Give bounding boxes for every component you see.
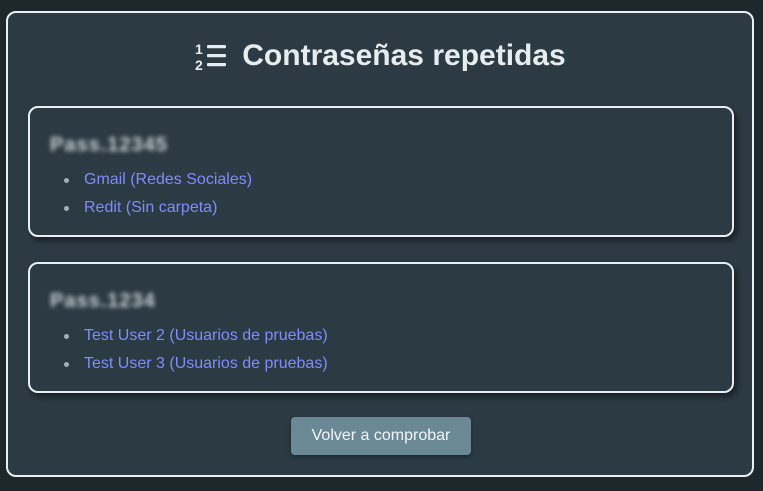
masked-password: Pass.12345 — [50, 134, 168, 156]
entry-link[interactable]: Test User 3 (Usuarios de pruebas) — [84, 355, 328, 372]
panel-header: 1 2 Contraseñas repetidas — [8, 39, 752, 73]
entry-link[interactable]: Gmail (Redes Sociales) — [84, 171, 252, 188]
svg-text:2: 2 — [195, 57, 203, 73]
page-title: Contraseñas repetidas — [242, 39, 566, 72]
list-item: Test User 2 (Usuarios de pruebas) — [64, 322, 328, 350]
list-item: Gmail (Redes Sociales) — [64, 166, 252, 194]
duplicate-passwords-panel: 1 2 Contraseñas repetidas Pass.12345 Gma… — [6, 11, 754, 477]
list-item: Redit (Sin carpeta) — [64, 194, 252, 222]
bullet-icon — [64, 206, 69, 211]
list-item: Test User 3 (Usuarios de pruebas) — [64, 350, 328, 378]
entry-list: Gmail (Redes Sociales) Redit (Sin carpet… — [64, 166, 252, 222]
bullet-icon — [64, 334, 69, 339]
recheck-button[interactable]: Volver a comprobar — [291, 417, 471, 455]
entry-link[interactable]: Redit (Sin carpeta) — [84, 199, 217, 216]
entry-list: Test User 2 (Usuarios de pruebas) Test U… — [64, 322, 328, 378]
password-group: Pass.12345 Gmail (Redes Sociales) Redit … — [28, 106, 734, 237]
masked-password: Pass.1234 — [50, 290, 156, 312]
entry-link[interactable]: Test User 2 (Usuarios de pruebas) — [84, 327, 328, 344]
bullet-icon — [64, 362, 69, 367]
numbered-list-icon: 1 2 — [195, 41, 227, 73]
password-group: Pass.1234 Test User 2 (Usuarios de prueb… — [28, 262, 734, 393]
svg-text:1: 1 — [195, 41, 203, 57]
bullet-icon — [64, 178, 69, 183]
